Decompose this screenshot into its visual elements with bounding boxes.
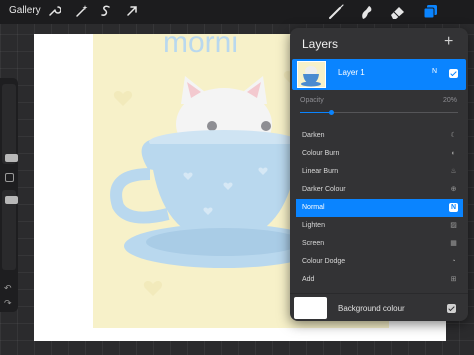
gallery-button[interactable]: Gallery [9, 5, 41, 16]
hatch-icon: ▨ [450, 222, 457, 229]
blend-mode-label: Lighten [302, 222, 325, 229]
blend-mode-screen[interactable]: Screen ▦ [296, 235, 463, 253]
smudge-icon[interactable] [357, 3, 375, 21]
brush-opacity-slider[interactable] [2, 190, 18, 270]
brush-sliders-sidebar: ↶ ↷ [0, 78, 18, 312]
add-square-icon: ⊞ [450, 276, 457, 283]
blend-mode-button[interactable]: N [432, 68, 437, 75]
blend-mode-colour-dodge[interactable]: Colour Dodge ◔ [296, 253, 463, 271]
moon-icon: ☾ [450, 132, 457, 139]
layers-icon[interactable] [421, 3, 439, 21]
brush-icon[interactable] [327, 3, 345, 21]
layer-row-selected[interactable]: Layer 1 N [292, 59, 466, 90]
top-toolbar: Gallery [0, 0, 474, 24]
opacity-slider[interactable] [300, 110, 458, 115]
transform-arrow-icon[interactable] [125, 4, 139, 18]
blend-mode-label: Normal [302, 204, 325, 211]
brush-size-thumb[interactable] [5, 154, 18, 162]
blend-mode-label: Add [302, 276, 315, 283]
blend-mode-linear-burn[interactable]: Linear Burn ♨ [296, 163, 463, 181]
blend-mode-add[interactable]: Add ⊞ [296, 271, 463, 289]
dodge-icon: ◔ [451, 258, 456, 265]
opacity-slider-fill [300, 112, 332, 113]
flame-icon: ♨ [450, 168, 457, 175]
blend-mode-colour-burn[interactable]: Colour Burn ◐ [296, 145, 463, 163]
brush-size-slider[interactable] [2, 84, 18, 164]
background-colour-row[interactable]: Background colour [290, 293, 468, 321]
layer-visibility-checkbox[interactable] [449, 69, 458, 78]
blend-mode-label: Screen [302, 240, 325, 247]
magic-wand-icon[interactable] [75, 4, 89, 18]
blend-mode-label: Linear Burn [302, 168, 339, 175]
plus-circle-icon: ⊕ [450, 186, 457, 193]
plus-icon[interactable]: + [444, 34, 453, 50]
blend-mode-normal[interactable]: Normal N [296, 199, 463, 217]
opacity-slider-knob[interactable] [329, 110, 335, 115]
opacity-value: 20% [443, 97, 458, 104]
blend-mode-label: Darker Colour [302, 186, 346, 193]
panel-title: Layers [302, 37, 339, 51]
selection-icon[interactable] [99, 4, 113, 18]
screen-icon: ▦ [450, 240, 457, 247]
blend-mode-darker-colour[interactable]: Darker Colour ⊕ [296, 181, 463, 199]
undo-icon[interactable]: ↶ [4, 283, 14, 293]
normal-n-icon: N [449, 203, 458, 212]
layer-name[interactable]: Layer 1 [338, 68, 365, 77]
blend-mode-list: Darken ☾ Colour Burn ◐ Linear Burn ♨ Darker Co… [296, 127, 463, 289]
blend-mode-label: Colour Burn [302, 150, 340, 157]
opacity-label: Opacity [300, 97, 324, 104]
modify-button[interactable] [5, 173, 14, 182]
layer-thumbnail-art [301, 66, 321, 87]
artwork-lettering: morni [163, 34, 238, 59]
blend-mode-label: Colour Dodge [302, 258, 346, 265]
layer-thumbnail[interactable] [297, 61, 326, 88]
wrench-icon[interactable] [47, 4, 61, 18]
blend-mode-darken[interactable]: Darken ☾ [296, 127, 463, 145]
eraser-icon[interactable] [389, 3, 407, 21]
background-visibility-checkbox[interactable] [447, 304, 456, 313]
background-colour-label: Background colour [338, 304, 405, 313]
blend-mode-label: Darken [302, 132, 325, 139]
background-colour-swatch[interactable] [294, 297, 327, 319]
blend-mode-lighten[interactable]: Lighten ▨ [296, 217, 463, 235]
brush-opacity-thumb[interactable] [5, 196, 18, 204]
layers-panel: Layers + Layer 1 N Opacity 20% Darken ☾ Co… [290, 28, 468, 321]
redo-icon[interactable]: ↷ [4, 298, 14, 308]
burn-icon: ◐ [451, 150, 456, 157]
